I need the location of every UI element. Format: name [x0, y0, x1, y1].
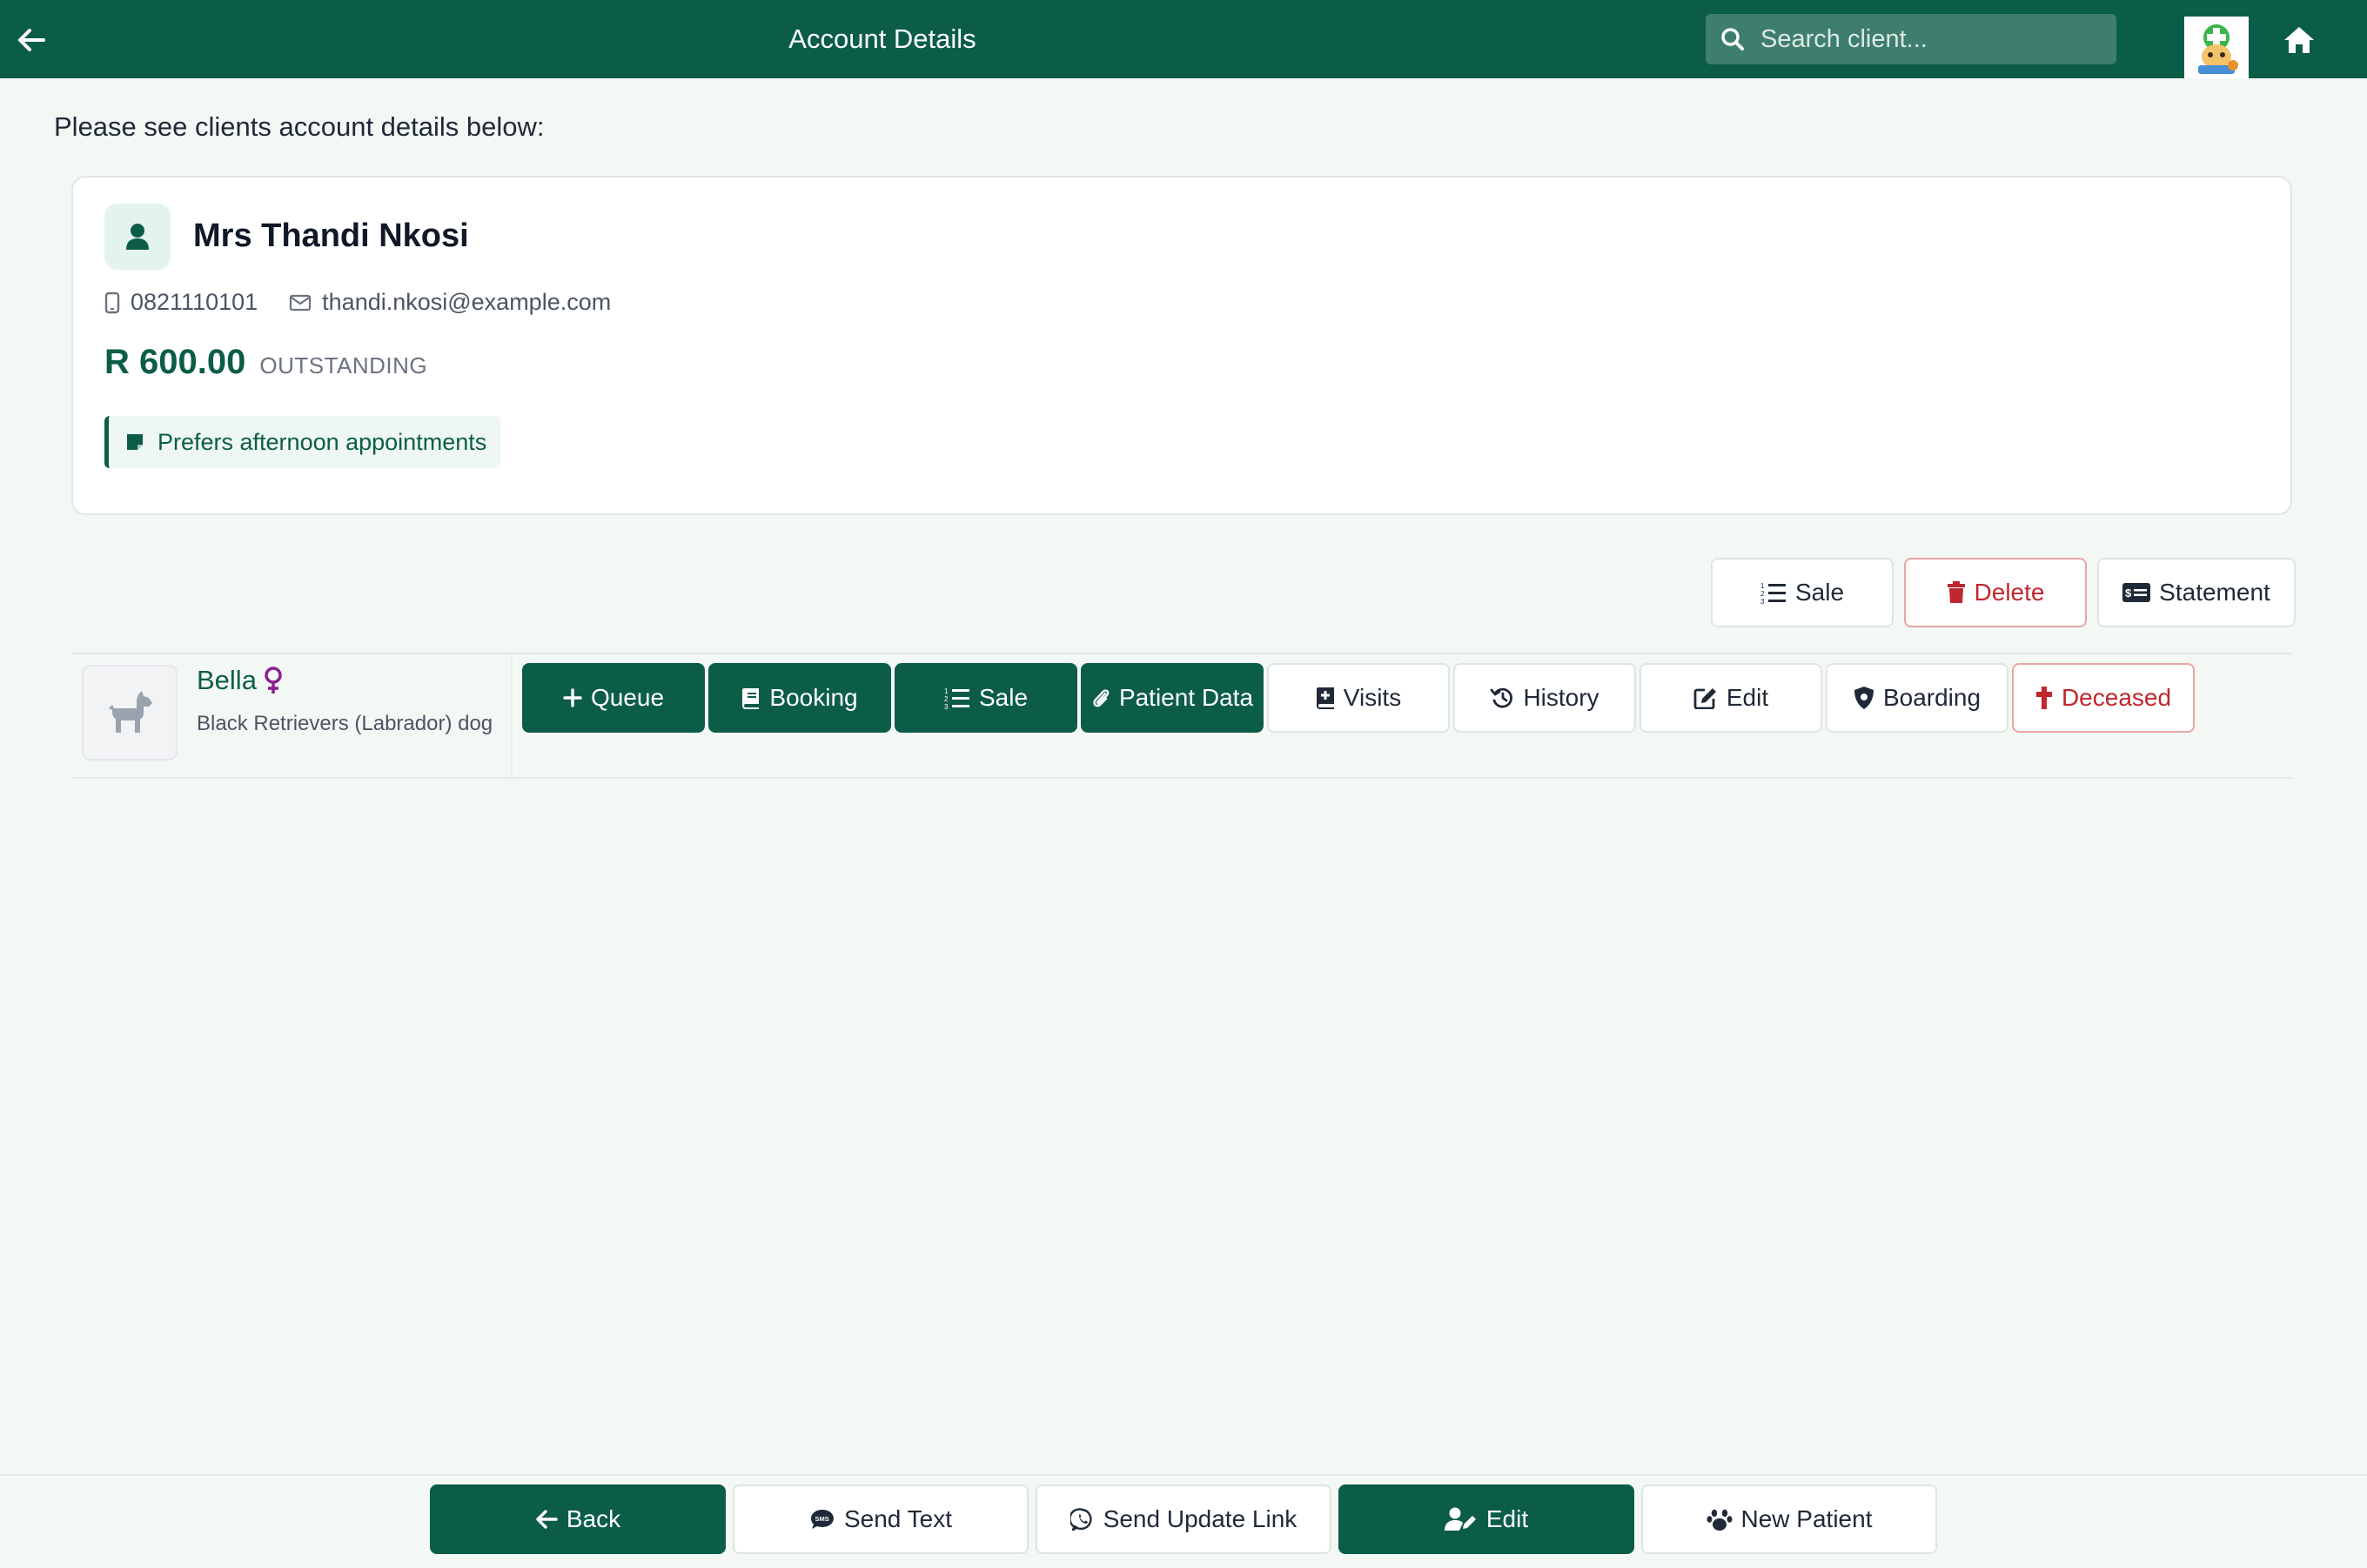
sticky-note-icon: [124, 432, 145, 452]
footer-back-button[interactable]: Back: [430, 1484, 726, 1554]
account-sale-button[interactable]: 123 Sale: [1711, 558, 1894, 627]
history-icon: [1490, 687, 1514, 709]
balance-amount: R 600.00: [104, 343, 246, 381]
footer-back-label: Back: [566, 1505, 621, 1532]
send-update-link-button[interactable]: Send Update Link: [1036, 1484, 1331, 1554]
visits-button[interactable]: Visits: [1267, 663, 1450, 733]
queue-label: Queue: [590, 684, 665, 711]
footer-edit-button[interactable]: Edit: [1338, 1484, 1634, 1554]
client-note-text: Prefers afternoon appointments: [158, 428, 487, 455]
home-icon[interactable]: [2280, 21, 2318, 59]
paperclip-icon: [1091, 687, 1110, 709]
balance-row: R 600.00 OUTSTANDING: [104, 343, 427, 382]
shield-icon: [1854, 686, 1874, 710]
history-label: History: [1523, 684, 1599, 711]
envelope-icon: [289, 294, 312, 312]
user-icon: [125, 223, 150, 251]
booking-label: Booking: [769, 684, 858, 711]
patient-sale-label: Sale: [978, 684, 1029, 711]
sms-icon: SMS: [809, 1508, 835, 1531]
footer-action-bar: Back SMS Send Text Send Update Link Edit…: [0, 1474, 2367, 1568]
search-icon: [1720, 27, 1745, 51]
deceased-label: Deceased: [2061, 684, 2172, 711]
cross-icon: [2035, 687, 2053, 709]
visits-label: Visits: [1343, 684, 1402, 711]
patient-row: Bella Black Retrievers (Labrador) dog Qu…: [71, 653, 2292, 779]
history-button[interactable]: History: [1453, 663, 1636, 733]
user-edit-icon: [1444, 1507, 1478, 1531]
edit-patient-button[interactable]: Edit: [1639, 663, 1822, 733]
contact-row: 0821110101 thandi.nkosi@example.com: [104, 289, 611, 316]
new-patient-label: New Patient: [1740, 1505, 1873, 1532]
edit-patient-label: Edit: [1726, 684, 1769, 711]
client-avatar: [104, 204, 171, 270]
send-update-link-label: Send Update Link: [1103, 1505, 1297, 1532]
trash-icon: [1947, 581, 1966, 604]
svg-text:3: 3: [1760, 598, 1765, 604]
footer-edit-label: Edit: [1485, 1505, 1529, 1532]
patient-name: Bella: [197, 665, 257, 695]
patient-info[interactable]: Bella Black Retrievers (Labrador) dog: [71, 654, 513, 777]
svg-text:SMS: SMS: [815, 1515, 828, 1523]
client-card: Mrs Thandi Nkosi 0821110101 thandi.nkosi…: [71, 176, 2292, 515]
paw-icon: [1707, 1507, 1733, 1531]
list-ol-icon: 123: [1760, 581, 1787, 604]
app-logo[interactable]: [2184, 17, 2249, 78]
send-text-label: Send Text: [843, 1505, 953, 1532]
delete-client-label: Delete: [1974, 579, 2045, 606]
boarding-label: Boarding: [1882, 684, 1981, 711]
svg-text:1: 1: [944, 687, 949, 695]
page-title: Account Details: [788, 23, 976, 54]
statement-button[interactable]: $ Statement: [2097, 558, 2296, 627]
balance-label: OUTSTANDING: [259, 352, 428, 379]
patient-data-button[interactable]: Patient Data: [1081, 663, 1264, 733]
whatsapp-icon: [1070, 1507, 1095, 1531]
statement-label: Statement: [2159, 579, 2270, 606]
delete-client-button[interactable]: Delete: [1904, 558, 2087, 627]
money-check-icon: $: [2122, 583, 2151, 602]
client-email[interactable]: thandi.nkosi@example.com: [322, 289, 611, 316]
svg-text:2: 2: [944, 695, 949, 703]
list-ol-icon: 123: [944, 687, 970, 709]
svg-text:1: 1: [1760, 582, 1765, 590]
client-search[interactable]: [1706, 14, 2116, 64]
queue-button[interactable]: Queue: [522, 663, 705, 733]
patient-sale-button[interactable]: 123 Sale: [895, 663, 1077, 733]
plus-icon: [563, 688, 582, 707]
female-icon: [264, 667, 283, 694]
top-bar: Account Details: [0, 0, 2367, 78]
account-sale-label: Sale: [1794, 579, 1845, 606]
svg-text:$: $: [2125, 586, 2132, 600]
svg-text:3: 3: [944, 703, 949, 709]
intro-text: Please see clients account details below…: [54, 111, 545, 142]
patient-data-label: Patient Data: [1118, 684, 1254, 711]
client-phone: 0821110101: [131, 289, 258, 315]
book-icon: [741, 687, 761, 709]
edit-icon: [1693, 687, 1718, 709]
svg-text:2: 2: [1760, 590, 1765, 598]
search-input[interactable]: [1760, 24, 2091, 54]
client-note: Prefers afternoon appointments: [104, 416, 501, 468]
medical-book-icon: [1316, 687, 1335, 709]
mobile-phone-icon: [104, 291, 120, 314]
send-text-button[interactable]: SMS Send Text: [733, 1484, 1029, 1554]
patient-thumbnail: [82, 665, 178, 761]
patient-name-row: Bella: [197, 665, 283, 696]
arrow-left-icon: [535, 1509, 558, 1530]
boarding-button[interactable]: Boarding: [1826, 663, 2008, 733]
new-patient-button[interactable]: New Patient: [1641, 1484, 1937, 1554]
dog-icon: [105, 691, 154, 734]
booking-button[interactable]: Booking: [708, 663, 891, 733]
deceased-button[interactable]: Deceased: [2012, 663, 2195, 733]
client-name: Mrs Thandi Nkosi: [193, 218, 469, 254]
patient-breed: Black Retrievers (Labrador) dog: [197, 712, 493, 735]
